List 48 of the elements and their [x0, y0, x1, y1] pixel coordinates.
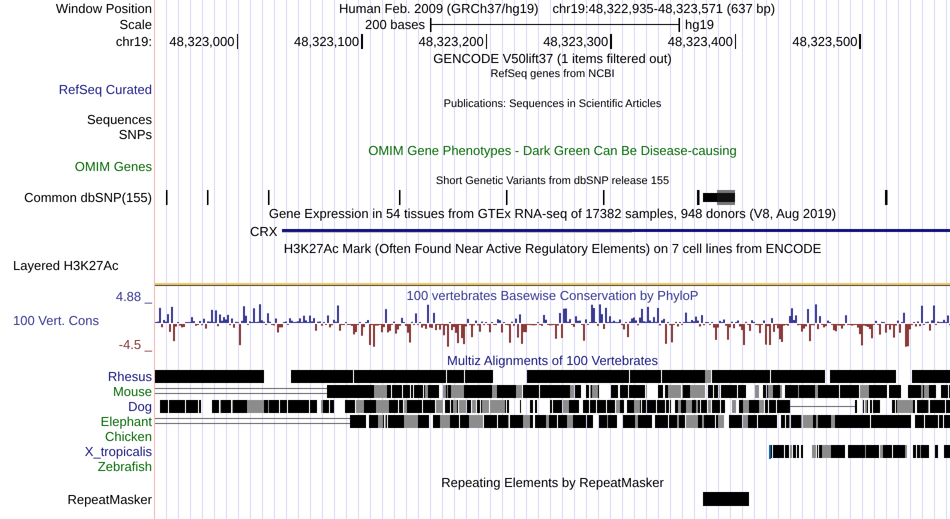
tick-mark [486, 34, 488, 49]
track-label: OMIM Genes [74, 159, 152, 174]
species-label: X_tropicalis [84, 444, 152, 459]
track-label: Sequences [86, 112, 152, 127]
tick-mark [236, 34, 238, 49]
coordinate-label: 48,323,100 [294, 34, 360, 49]
track-label: RefSeq Curated [58, 82, 152, 97]
track-label: 100 Vert. Cons [13, 313, 99, 328]
track-title: GENCODE V50lift37 (1 items filtered out) [433, 51, 672, 66]
track-title: Repeating Elements by RepeatMasker [441, 475, 664, 490]
gene-name: CRX [250, 224, 278, 238]
assembly-name: Human Feb. 2009 (GRCh37/hg19) [339, 0, 538, 16]
species-label: Chicken [105, 429, 152, 444]
species-label: Dog [128, 399, 152, 414]
scale-assembly: hg19 [685, 17, 714, 32]
track-title: Multiz Alignments of 100 Vertebrates [446, 353, 658, 368]
tick-mark [859, 34, 861, 49]
track-title: OMIM Gene Phenotypes - Dark Green Can Be Disease-causing [368, 143, 737, 158]
axis-min-label: -4.5 _ [118, 337, 152, 352]
row-label: chr19: [116, 34, 152, 49]
coordinate-label: 48,323,000 [169, 34, 234, 49]
tick-mark [610, 34, 612, 49]
track-title: RefSeq genes from NCBI [490, 67, 615, 82]
tick-mark [734, 34, 736, 49]
tick-mark [361, 34, 363, 49]
track-title: Gene Expression in 54 tissues from GTEx RNA-seq of 17382 samples, 948 donors (V8, Aug 2019) [268, 206, 836, 221]
coordinate-label: 48,323,200 [418, 34, 484, 49]
coordinate-label: 48,323,500 [792, 34, 858, 49]
species-label: Mouse [112, 384, 152, 399]
track-label: Common dbSNP(155) [24, 190, 152, 204]
track-label: RepeatMasker [67, 492, 152, 506]
scale-length: 200 bases [365, 17, 425, 32]
coordinate-label: 48,323,400 [668, 34, 733, 49]
track-title: 100 vertebrates Basewise Conservation by PhyloP [406, 288, 698, 303]
track-title: H3K27Ac Mark (Often Found Near Active Regulatory Elements) on 7 cell lines from ENCODE [284, 241, 822, 256]
position-range: chr19:48,322,935-48,323,571 (637 bp) [552, 0, 776, 16]
row-label: Scale [119, 17, 152, 32]
species-label: Rhesus [108, 369, 152, 384]
coordinate-label: 48,323,300 [543, 34, 608, 49]
track-label: SNPs [118, 127, 152, 142]
track-label: Layered H3K27Ac [13, 258, 119, 272]
species-label: Elephant [100, 414, 152, 429]
track-title: Short Genetic Variants from dbSNP release 155 [436, 174, 670, 189]
axis-max-label: 4.88 _ [116, 289, 152, 304]
repeat-block [703, 492, 749, 506]
track-title: Publications: Sequences in Scientific Articles [444, 97, 662, 112]
row-label: Window Position [56, 0, 152, 16]
species-label: Zebrafish [98, 459, 152, 474]
